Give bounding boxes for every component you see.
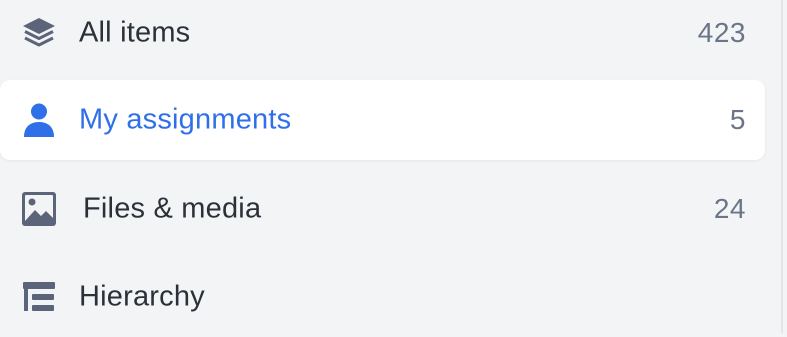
nav-item-label: Files & media — [83, 192, 262, 225]
nav-item-label: All items — [79, 16, 191, 49]
nav-item-count: 24 — [713, 193, 746, 224]
nav-item-count: 5 — [729, 104, 746, 135]
sidebar-nav: All items 423 My assignments 5 Files & m… — [0, 0, 781, 333]
nav-item-label: My assignments — [79, 103, 292, 136]
image-icon — [20, 190, 58, 228]
nav-item-label: Hierarchy — [79, 280, 205, 313]
user-icon — [20, 101, 58, 139]
hierarchy-icon — [20, 278, 58, 316]
nav-item-count: 423 — [697, 17, 746, 48]
layers-icon — [20, 14, 58, 52]
nav-item-all-items[interactable]: All items 423 — [0, 0, 765, 73]
nav-item-hierarchy[interactable]: Hierarchy — [0, 257, 765, 337]
nav-item-my-assignments[interactable]: My assignments 5 — [0, 80, 765, 160]
sidebar-divider — [781, 0, 783, 333]
nav-item-files-media[interactable]: Files & media 24 — [0, 169, 765, 249]
